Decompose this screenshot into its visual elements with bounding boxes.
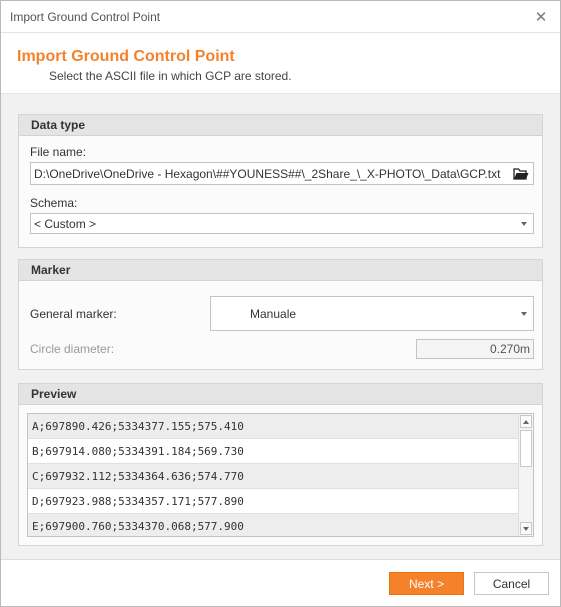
folder-open-icon[interactable]: [510, 163, 532, 184]
file-name-field[interactable]: D:\OneDrive\OneDrive - Hexagon\##YOUNESS…: [30, 162, 534, 185]
arrow-down-icon: [523, 526, 529, 531]
preview-row: A;697890.426;5334377.155;575.410: [28, 414, 533, 439]
dialog-header: Import Ground Control Point Select the A…: [1, 32, 560, 94]
preview-row: B;697914.080;5334391.184;569.730: [28, 439, 533, 464]
data-type-heading: Data type: [19, 115, 542, 136]
circle-diameter-label: Circle diameter:: [30, 342, 115, 356]
content-panel: Data type File name: D:\OneDrive\OneDriv…: [1, 94, 560, 559]
preview-group: Preview A;697890.426;5334377.155;575.410…: [18, 383, 543, 546]
scroll-down-button[interactable]: [520, 522, 532, 535]
file-name-label: File name:: [30, 145, 87, 159]
schema-dropdown[interactable]: < Custom >: [30, 213, 534, 234]
preview-scrollbar[interactable]: [518, 414, 533, 536]
circle-diameter-field: 0.270m: [416, 339, 534, 359]
arrow-up-icon: [523, 419, 529, 424]
preview-row: E;697900.760;5334370.068;577.900: [28, 514, 533, 536]
header-title: Import Ground Control Point: [17, 48, 235, 65]
marker-heading: Marker: [19, 260, 542, 281]
scroll-up-button[interactable]: [520, 415, 532, 428]
data-type-group: Data type File name: D:\OneDrive\OneDriv…: [18, 114, 543, 248]
general-marker-value: Manuale: [250, 306, 297, 321]
chevron-down-icon: [521, 221, 527, 226]
preview-row: D;697923.988;5334357.171;577.890: [28, 489, 533, 514]
preview-list[interactable]: A;697890.426;5334377.155;575.410 B;69791…: [27, 413, 534, 537]
scroll-thumb[interactable]: [520, 430, 532, 467]
cancel-button[interactable]: Cancel: [474, 572, 549, 595]
import-gcp-dialog: Import Ground Control Point ✕ Import Gro…: [0, 0, 561, 607]
general-marker-label: General marker:: [30, 307, 117, 321]
preview-row: C;697932.112;5334364.636;574.770: [28, 464, 533, 489]
title-bar: Import Ground Control Point ✕: [1, 1, 560, 32]
close-icon[interactable]: ✕: [532, 8, 550, 26]
schema-label: Schema:: [30, 196, 78, 210]
file-name-value: D:\OneDrive\OneDrive - Hexagon\##YOUNESS…: [34, 166, 501, 181]
marker-group: Marker General marker: Manuale Circle di…: [18, 259, 543, 370]
general-marker-dropdown[interactable]: Manuale: [210, 296, 534, 331]
preview-heading: Preview: [19, 384, 542, 405]
chevron-down-icon: [521, 311, 527, 316]
circle-diameter-value: 0.270m: [489, 342, 530, 356]
dialog-footer: Next > Cancel: [1, 559, 560, 606]
next-button[interactable]: Next >: [389, 572, 464, 595]
window-title: Import Ground Control Point: [10, 9, 161, 24]
schema-value: < Custom >: [34, 216, 97, 231]
header-subtitle: Select the ASCII file in which GCP are s…: [49, 69, 292, 83]
